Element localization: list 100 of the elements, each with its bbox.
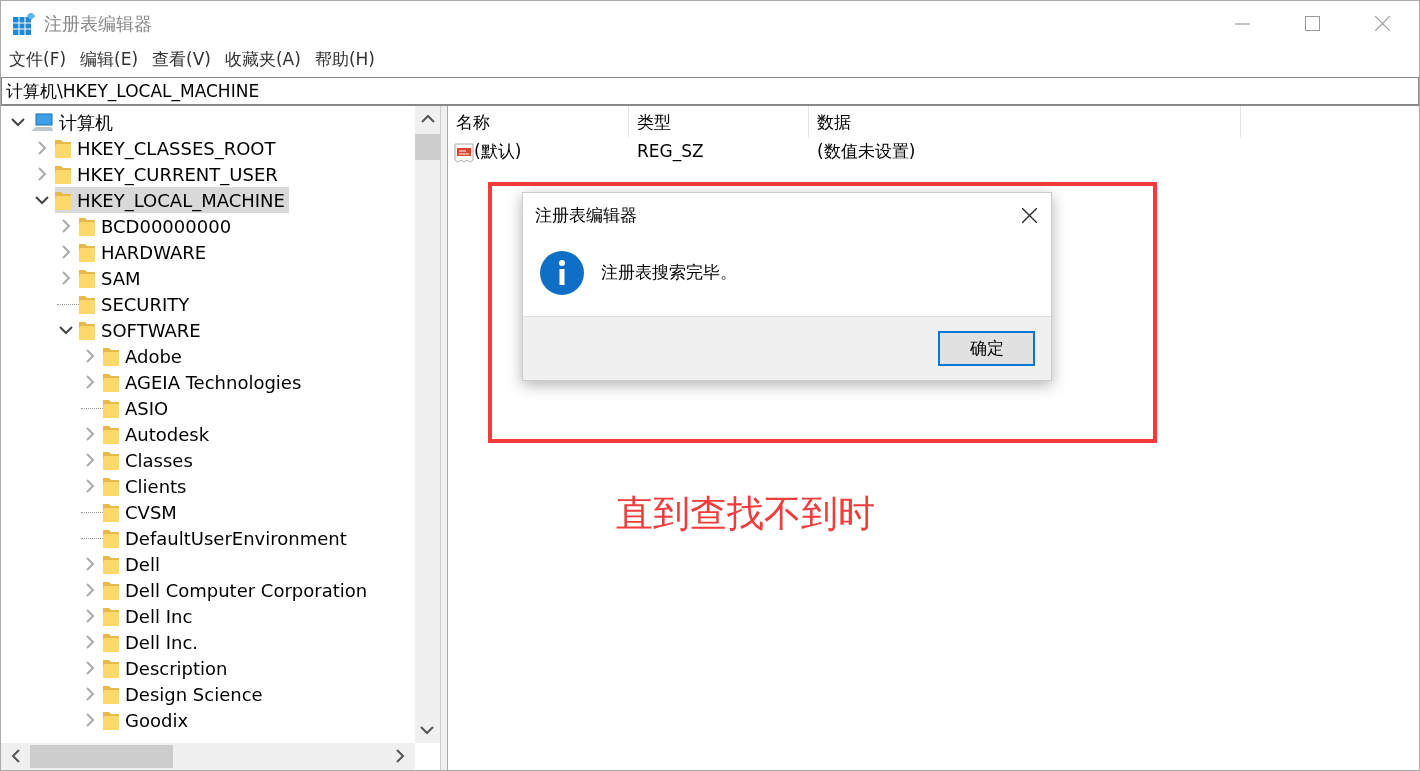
address-field[interactable]: 计算机\HKEY_LOCAL_MACHINE (1, 77, 1419, 105)
chevron-right-icon[interactable] (85, 427, 95, 441)
dialog-title: 注册表编辑器 (535, 204, 637, 227)
chevron-right-icon[interactable] (85, 635, 95, 649)
folder-icon (103, 346, 119, 366)
chevron-right-icon[interactable] (61, 271, 71, 285)
dialog-message: 注册表搜索完毕。 (601, 260, 737, 284)
chevron-right-icon[interactable] (85, 687, 95, 701)
tree-item[interactable]: Dell (103, 551, 164, 577)
menu-item[interactable]: 收藏夹(A) (216, 47, 307, 73)
tree-item[interactable]: HKEY_CURRENT_USER (55, 161, 282, 187)
tree-item[interactable]: Classes (103, 447, 197, 473)
tree-item[interactable]: Description (103, 655, 232, 681)
column-header[interactable]: 类型 (629, 106, 809, 138)
tree-item[interactable]: HKEY_LOCAL_MACHINE (55, 187, 289, 213)
table-cell: (数值未设置) (817, 141, 916, 162)
app-icon (13, 12, 35, 35)
tree-item[interactable]: HKEY_CLASSES_ROOT (55, 135, 280, 161)
tree-item[interactable]: Autodesk (103, 421, 214, 447)
tree-item[interactable]: Dell Inc. (103, 629, 202, 655)
folder-icon (103, 580, 119, 600)
folder-icon (79, 268, 95, 288)
vertical-scrollbar[interactable] (415, 106, 440, 743)
folder-icon (103, 372, 119, 392)
folder-icon (55, 164, 71, 184)
folder-icon (103, 424, 119, 444)
chevron-right-icon[interactable] (85, 661, 95, 675)
scroll-right-icon[interactable] (395, 749, 405, 763)
folder-icon (103, 450, 119, 470)
menu-item[interactable]: 文件(F) (1, 47, 73, 73)
folder-icon (79, 216, 95, 236)
column-header[interactable]: 数据 (809, 106, 1241, 138)
tree-item[interactable]: SOFTWARE (79, 317, 205, 343)
folder-icon (79, 294, 95, 314)
minimize-icon (1234, 22, 1250, 25)
chevron-right-icon[interactable] (85, 583, 95, 597)
folder-icon (103, 606, 119, 626)
scroll-up-icon[interactable] (420, 114, 435, 124)
tree-item[interactable]: Goodix (103, 707, 193, 733)
folder-icon (55, 138, 71, 158)
scrollbar-thumb[interactable] (30, 745, 173, 768)
scroll-left-icon[interactable] (11, 749, 21, 763)
tree-item[interactable]: ASIO (103, 395, 173, 421)
scroll-down-icon[interactable] (420, 725, 434, 735)
chevron-right-icon[interactable] (61, 219, 71, 233)
folder-icon (79, 320, 95, 340)
folder-icon (79, 242, 95, 262)
folder-icon (103, 554, 119, 574)
chevron-right-icon[interactable] (37, 141, 47, 155)
table-cell-text: (默认) (474, 140, 522, 164)
tree-item[interactable]: 计算机 (31, 109, 117, 135)
computer-icon (31, 112, 53, 132)
menu-item[interactable]: 帮助(H) (306, 47, 381, 73)
chevron-right-icon[interactable] (85, 557, 95, 571)
chevron-right-icon[interactable] (85, 453, 95, 467)
scrollbar-thumb[interactable] (415, 134, 440, 160)
chevron-right-icon[interactable] (37, 167, 47, 181)
tree-item[interactable]: SAM (79, 265, 145, 291)
tree-item[interactable]: DefaultUserEnvironment (103, 525, 351, 551)
menu-item[interactable]: 查看(V) (144, 47, 217, 73)
tree-item[interactable]: AGEIA Technologies (103, 369, 306, 395)
maximize-icon (1304, 16, 1320, 31)
folder-icon (103, 710, 119, 730)
chevron-down-icon[interactable] (59, 325, 73, 335)
table-cell: REG_SZ (637, 141, 704, 162)
tree-item[interactable]: Dell Inc (103, 603, 197, 629)
chevron-right-icon[interactable] (85, 479, 95, 493)
column-header[interactable]: 名称 (448, 106, 629, 138)
chevron-right-icon[interactable] (85, 349, 95, 363)
close-icon (1374, 16, 1390, 31)
menu-item[interactable]: 编辑(E) (72, 47, 145, 73)
info-icon (540, 250, 584, 295)
tree-item[interactable]: HARDWARE (79, 239, 211, 265)
close-icon (1022, 208, 1037, 224)
folder-icon (103, 632, 119, 652)
chevron-right-icon[interactable] (61, 245, 71, 259)
tree-item[interactable]: Design Science (103, 681, 267, 707)
chevron-down-icon[interactable] (35, 195, 49, 205)
close-button[interactable] (1022, 208, 1037, 224)
tree-item[interactable]: BCD00000000 (79, 213, 236, 239)
tree-item[interactable]: Dell Computer Corporation (103, 577, 372, 603)
string-value-icon (454, 141, 474, 163)
chevron-right-icon[interactable] (85, 609, 95, 623)
tree-item[interactable]: CVSM (103, 499, 181, 525)
tree-item[interactable]: SECURITY (79, 291, 194, 317)
chevron-right-icon[interactable] (85, 375, 95, 389)
chevron-down-icon[interactable] (11, 117, 25, 127)
horizontal-scrollbar[interactable] (1, 743, 415, 770)
pane-splitter[interactable] (441, 106, 448, 770)
tree-item[interactable]: Adobe (103, 343, 186, 369)
folder-icon (103, 528, 119, 548)
folder-icon (103, 658, 119, 678)
tree-item[interactable]: Clients (103, 473, 191, 499)
folder-icon (103, 502, 119, 522)
folder-icon (103, 684, 119, 704)
window-title: 注册表编辑器 (43, 12, 152, 36)
folder-icon (103, 476, 119, 496)
ok-button[interactable]: 确定 (938, 331, 1035, 366)
chevron-right-icon[interactable] (85, 713, 95, 727)
folder-icon (55, 190, 71, 210)
